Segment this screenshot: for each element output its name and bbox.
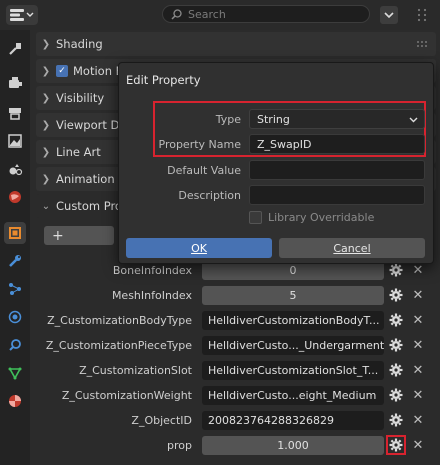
property-value-field[interactable]: 5 <box>202 286 384 305</box>
dialog-title: Edit Property <box>126 73 201 87</box>
panel-title: Motion E <box>73 64 123 78</box>
property-label: BoneInfoIndex <box>112 264 192 277</box>
close-icon[interactable]: ✕ <box>410 412 426 428</box>
cancel-button[interactable]: Cancel <box>279 238 425 258</box>
properties-editor-icon <box>10 9 24 21</box>
panel-title: Shading <box>56 37 103 51</box>
panel-title: Visibility <box>56 91 105 105</box>
type-select[interactable]: String <box>249 109 425 129</box>
close-icon[interactable]: ✕ <box>410 262 426 278</box>
gear-icon[interactable] <box>386 435 406 455</box>
plus-icon: + <box>52 227 64 244</box>
property-value-field[interactable]: HelldiverCustomizationSlot_T... <box>202 361 384 380</box>
close-icon[interactable]: ✕ <box>410 437 426 453</box>
property-label: prop <box>167 439 192 452</box>
particles-icon[interactable] <box>4 278 26 300</box>
panel-title: Custom Pro <box>56 199 122 213</box>
ok-button[interactable]: OK <box>126 238 272 258</box>
properties-tabs-sidebar <box>0 30 30 465</box>
close-icon[interactable]: ✕ <box>410 362 426 378</box>
property-row: Z_ObjectID 200823764288326829 ✕ <box>30 410 440 432</box>
search-input[interactable]: Search <box>162 5 370 23</box>
gear-icon[interactable] <box>388 312 404 328</box>
description-label: Description <box>178 189 241 202</box>
scene-icon[interactable] <box>4 158 26 180</box>
header-bar: Search <box>0 0 440 31</box>
editor-type-selector[interactable] <box>6 5 38 25</box>
chevron-down-icon <box>26 12 34 17</box>
close-icon[interactable]: ✕ <box>410 387 426 403</box>
library-overridable-checkbox[interactable]: Library Overridable <box>249 211 374 224</box>
drag-handle-icon[interactable] <box>416 40 430 48</box>
property-label: Z_ObjectID <box>131 414 192 427</box>
chevron-down-icon <box>409 117 418 123</box>
property-value-field[interactable]: HelldiverCusto...eight_Medium <box>202 386 384 405</box>
drag-handle-icon[interactable] <box>415 6 429 24</box>
chevron-right-icon: ❯ <box>41 173 51 185</box>
physics-icon[interactable] <box>4 306 26 328</box>
panel-title: Animation <box>56 172 115 186</box>
gear-icon[interactable] <box>388 262 404 278</box>
type-value: String <box>257 113 290 126</box>
close-icon[interactable]: ✕ <box>410 312 426 328</box>
chevron-right-icon: ❯ <box>41 65 51 77</box>
render-icon[interactable] <box>4 72 26 94</box>
property-row: Z_CustomizationSlot HelldiverCustomizati… <box>30 360 440 382</box>
property-row: Z_CustomizationBodyType HelldiverCustomi… <box>30 310 440 332</box>
property-label: Z_CustomizationPieceType <box>45 339 192 352</box>
panel-shading[interactable]: ❯ Shading <box>36 32 436 56</box>
property-name-label: Property Name <box>158 138 242 151</box>
property-row: MeshInfoIndex 5 ✕ <box>30 285 440 307</box>
property-label: Z_CustomizationWeight <box>61 389 192 402</box>
filter-chevron-icon <box>384 12 394 19</box>
property-value-field[interactable]: HelldiverCusto..._Undergarment <box>202 336 384 355</box>
property-value-field[interactable]: 200823764288326829 <box>202 411 384 430</box>
output-icon[interactable] <box>4 102 26 124</box>
panel-title: Viewport Di <box>56 118 123 132</box>
gear-icon[interactable] <box>388 287 404 303</box>
property-row: prop 1.000 ✕ <box>30 435 440 457</box>
checkbox-box <box>249 211 262 224</box>
chevron-right-icon: ❯ <box>41 92 51 104</box>
property-row: Z_CustomizationPieceType HelldiverCusto.… <box>30 335 440 357</box>
filter-button[interactable] <box>380 6 398 24</box>
add-property-button[interactable]: + <box>44 226 114 245</box>
property-label: Z_CustomizationBodyType <box>47 314 192 327</box>
chevron-right-icon: ❯ <box>41 38 51 50</box>
description-input[interactable] <box>249 185 425 205</box>
tool-icon[interactable] <box>4 38 26 60</box>
motion-blur-checkbox[interactable]: ✓ <box>56 65 68 77</box>
modifier-wrench-icon[interactable] <box>4 250 26 272</box>
edit-property-dialog: Edit Property Type String Property Name … <box>118 62 434 264</box>
close-icon[interactable]: ✕ <box>410 287 426 303</box>
view-layer-icon[interactable] <box>4 130 26 152</box>
world-icon[interactable] <box>4 186 26 208</box>
property-name-input[interactable]: Z_SwapID <box>249 134 425 154</box>
search-icon <box>171 8 182 20</box>
search-placeholder: Search <box>188 7 226 21</box>
gear-icon[interactable] <box>388 412 404 428</box>
property-label: MeshInfoIndex <box>111 289 192 302</box>
chevron-down-icon: ⌄ <box>41 200 51 212</box>
library-overridable-label: Library Overridable <box>268 211 375 224</box>
type-label: Type <box>215 113 241 126</box>
data-icon[interactable] <box>4 362 26 384</box>
property-label: Z_CustomizationSlot <box>79 364 192 377</box>
object-icon[interactable] <box>4 222 26 244</box>
chevron-right-icon: ❯ <box>41 119 51 131</box>
close-icon[interactable]: ✕ <box>410 337 426 353</box>
property-value-field[interactable]: HelldiverCustomizationBodyT... <box>202 311 384 330</box>
gear-icon[interactable] <box>388 362 404 378</box>
property-value-field[interactable]: 1.000 <box>202 436 384 455</box>
constraints-icon[interactable] <box>4 334 26 356</box>
material-icon[interactable] <box>4 390 26 412</box>
property-row: Z_CustomizationWeight HelldiverCusto...e… <box>30 385 440 407</box>
default-value-input[interactable] <box>249 160 425 180</box>
gear-icon[interactable] <box>388 387 404 403</box>
chevron-right-icon: ❯ <box>41 146 51 158</box>
default-value-label: Default Value <box>167 164 241 177</box>
panel-title: Line Art <box>56 145 101 159</box>
gear-icon[interactable] <box>388 337 404 353</box>
